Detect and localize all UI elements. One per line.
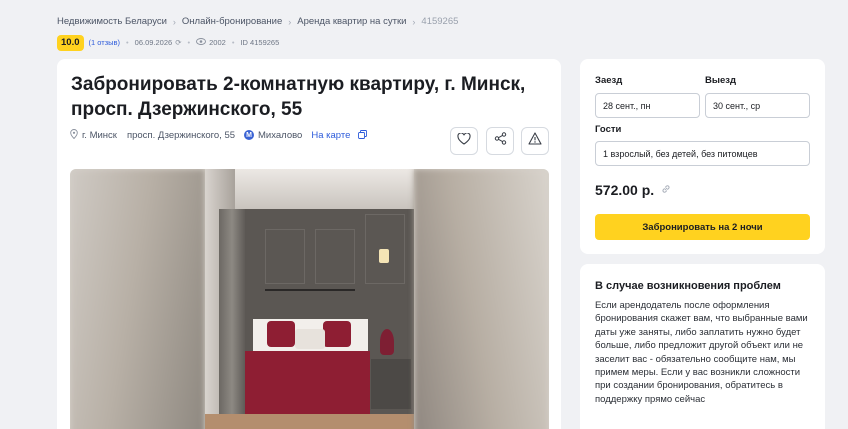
views-count: 2002 [209,38,226,48]
street-label: просп. Дзержинского, 55 [126,129,236,141]
breadcrumb-item-daily-rent[interactable]: Аренда квартир на сутки [297,16,406,27]
updated-date: 06.09.2026 [134,38,173,48]
on-map-link[interactable]: На карте [311,130,350,141]
share-button[interactable] [486,127,514,155]
breadcrumb: Недвижимость Беларуси › Онлайн-бронирова… [57,16,458,27]
dot-separator: • [187,38,191,48]
checkin-label: Заезд [595,75,623,86]
city-label: г. Минск [82,129,117,141]
photo-gallery[interactable] [70,169,549,429]
eye-icon [196,38,207,47]
price-row: 572.00 р. [595,182,671,198]
guests-label: Гости [595,124,622,135]
breadcrumb-item-realty[interactable]: Недвижимость Беларуси [57,16,167,27]
book-button[interactable]: Забронировать на 2 ночи [595,214,810,240]
breadcrumb-current: 4159265 [421,16,459,27]
help-title: В случае возникновения проблем [595,280,781,292]
gallery-main-photo[interactable] [205,169,414,429]
checkout-field[interactable]: 30 сент., ср [705,93,810,118]
checkout-label: Выезд [705,75,737,86]
rating-badge: 10.0 [57,35,84,51]
reviews-link[interactable]: (1 отзыв) [89,38,121,47]
help-card: В случае возникновения проблем Если арен… [580,264,825,429]
gallery-next-photo[interactable] [414,169,549,429]
refresh-icon: ⟳ [175,38,182,48]
metro-label: Михалово [258,129,303,141]
metro-station: М Михалово [244,130,302,141]
breadcrumb-item-online-booking[interactable]: Онлайн-бронирование [182,16,282,27]
help-text: Если арендодатель после оформления брони… [595,300,808,405]
link-icon[interactable] [661,184,671,197]
dot-separator: • [126,38,129,48]
checkin-field[interactable]: 28 сент., пн [595,93,700,118]
report-button[interactable] [521,127,549,155]
listing-card: Забронировать 2-комнатную квартиру, г. М… [57,59,561,429]
guests-field[interactable]: 1 взрослый, без детей, без питомцев [595,141,810,166]
page-title: Забронировать 2-комнатную квартиру, г. М… [71,74,526,120]
share-icon [494,132,507,150]
listing-meta: 10.0 (1 отзыв) • 06.09.2026 ⟳ • 2002 • I… [57,35,279,51]
booking-card: Заезд Выезд 28 сент., пн 30 сент., ср Го… [580,59,825,254]
heart-icon [457,132,471,150]
warning-icon [528,132,542,150]
address-row: г. Минск просп. Дзержинского, 55 М Михал… [70,129,368,141]
chevron-right-icon: › [172,16,176,27]
price-value: 572.00 р. [595,182,655,198]
chevron-right-icon: › [412,16,416,27]
chevron-right-icon: › [288,16,292,27]
location-pin-icon [70,129,78,141]
favorite-button[interactable] [450,127,478,155]
copy-icon[interactable] [358,129,368,141]
listing-id: ID 4159265 [240,38,280,48]
dot-separator: • [231,38,235,48]
metro-icon: М [244,130,255,140]
gallery-prev-photo[interactable] [70,169,205,429]
